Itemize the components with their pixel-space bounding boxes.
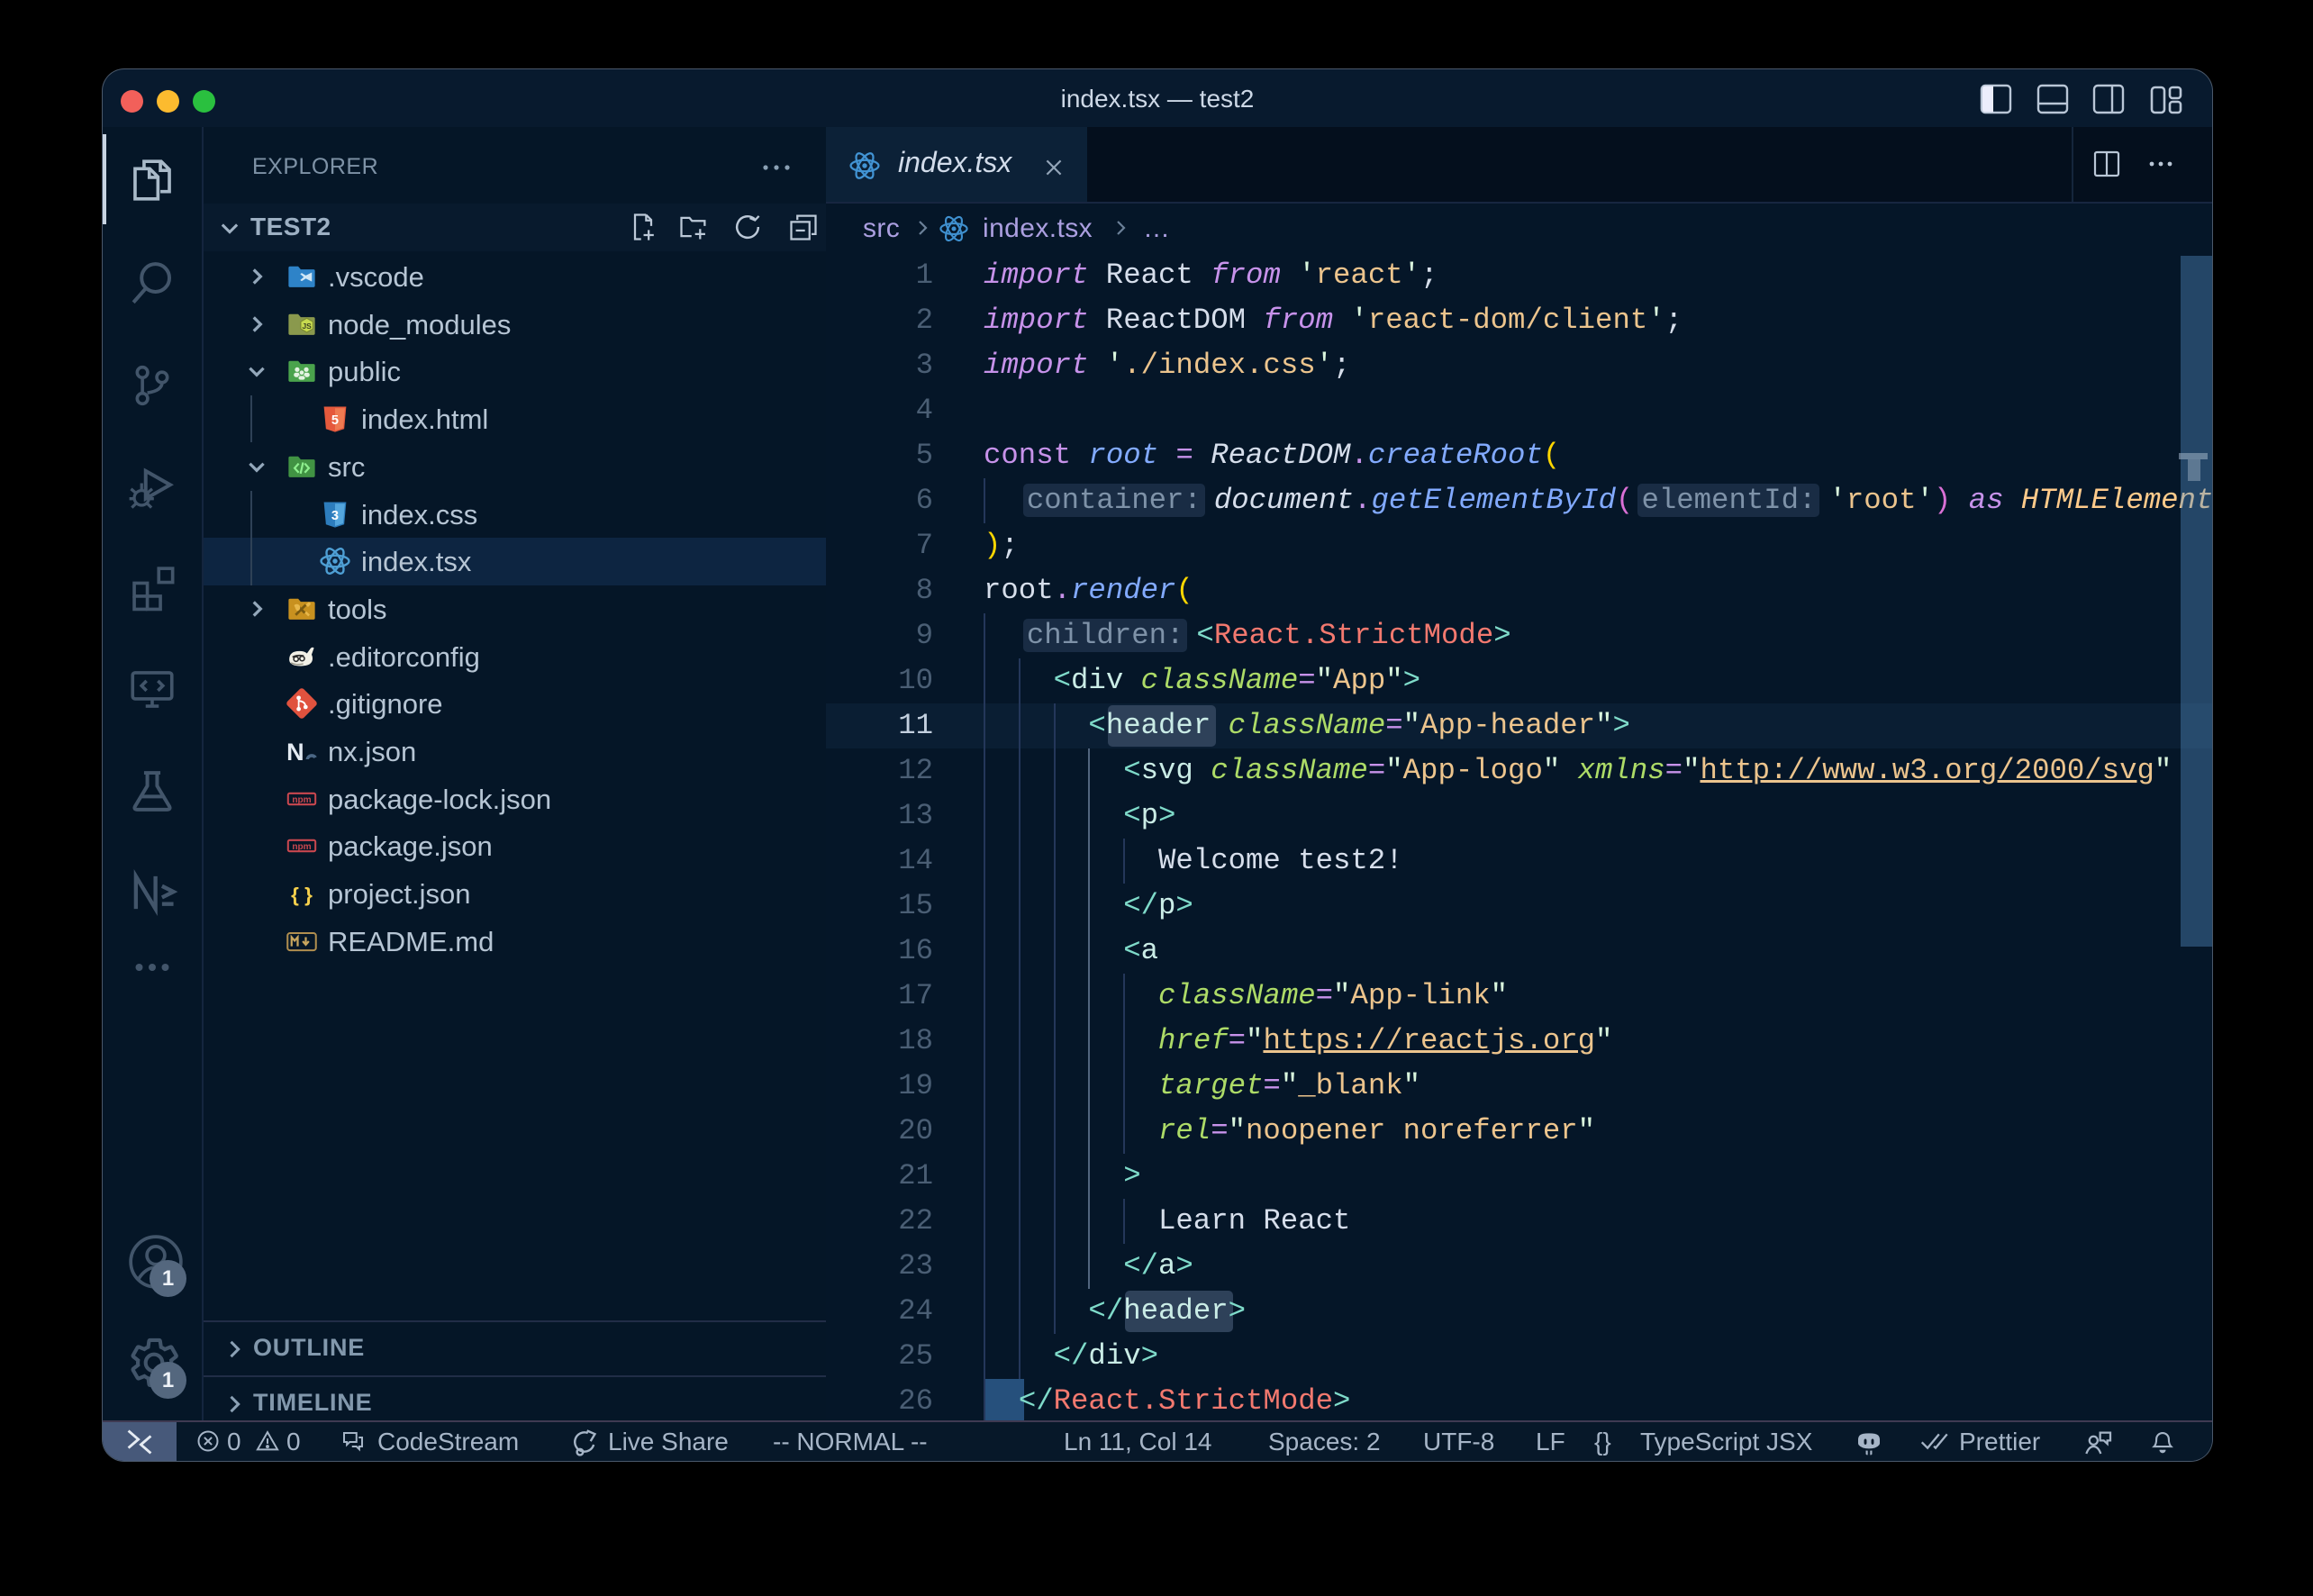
svg-text:3: 3 <box>331 509 339 523</box>
svg-text:{ }: { } <box>291 884 313 906</box>
svg-text:npm: npm <box>292 795 311 805</box>
svg-text:JS: JS <box>302 322 312 331</box>
svg-text:5: 5 <box>331 413 339 428</box>
svg-text:N: N <box>286 739 304 766</box>
svg-text:npm: npm <box>292 842 311 852</box>
